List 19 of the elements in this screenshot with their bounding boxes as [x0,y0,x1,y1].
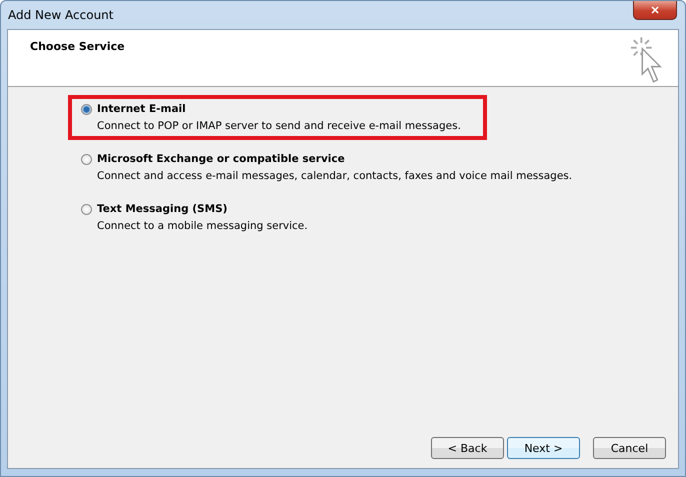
option-label: Internet E-mail [97,103,186,115]
radio-button[interactable] [81,154,92,164]
option-description: Connect and access e-mail messages, calendar, contacts, faxes and voice mail messages. [96,170,572,182]
close-button[interactable]: ✕ [633,1,677,20]
window-title: Add New Account [8,8,114,22]
cursor-click-icon [630,36,664,84]
radio-button[interactable] [81,104,92,114]
dialog-button[interactable]: < Back [431,437,504,459]
service-option[interactable]: Internet E-mail Connect to POP or IMAP server to send and receive e-mail messages. [68,95,487,140]
option-description: Connect to POP or IMAP server to send and receive e-mail messages. [96,120,461,132]
option-description: Connect to a mobile messaging service. [96,220,308,232]
dialog-button[interactable]: Cancel [593,437,666,459]
option-label: Microsoft Exchange or compatible service [97,153,345,165]
page-heading: Choose Service [30,40,125,55]
radio-button[interactable] [81,204,92,214]
service-option[interactable]: Text Messaging (SMS) Connect to a mobile messaging service. [68,195,324,240]
service-option[interactable]: Microsoft Exchange or compatible service Connect and access e-mail messages, calendar, contacts, faxes and voice mail messages. [68,145,588,190]
option-label: Text Messaging (SMS) [97,203,228,215]
dialog-button[interactable]: Next > [507,437,580,459]
